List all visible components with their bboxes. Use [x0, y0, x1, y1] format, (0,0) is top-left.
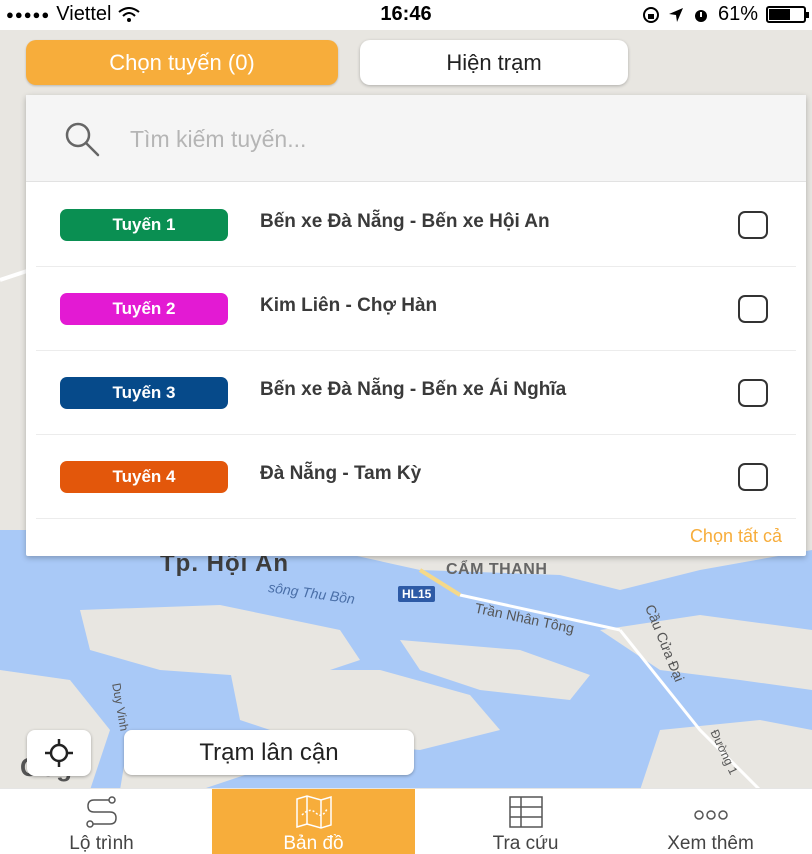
- status-bar: ●●●●● Viettel 16:46 61%: [0, 0, 812, 30]
- route-name: Đà Nẵng - Tam Kỳ: [260, 463, 422, 484]
- search-bar: [26, 95, 806, 182]
- map-icon: [295, 795, 332, 829]
- battery-icon: [766, 6, 809, 23]
- route-checkbox[interactable]: [738, 211, 768, 239]
- route-name: Bến xe Đà Nẵng - Bến xe Hội An: [260, 211, 550, 232]
- tab-label: Bản đồ: [283, 833, 344, 854]
- crosshair-icon: [45, 739, 73, 767]
- route-row-3[interactable]: Tuyến 3 Bến xe Đà Nẵng - Bến xe Ái Nghĩa: [36, 351, 796, 435]
- route-search-input[interactable]: [130, 117, 750, 161]
- route-checkbox[interactable]: [738, 295, 768, 323]
- tab-route[interactable]: Lộ trình: [0, 789, 203, 854]
- more-icon: [693, 810, 728, 820]
- orientation-lock-icon: [642, 6, 659, 23]
- route-badge: Tuyến 2: [60, 293, 228, 325]
- alarm-icon: [694, 9, 707, 22]
- search-icon: [65, 122, 100, 157]
- route-row-4[interactable]: Tuyến 4 Đà Nẵng - Tam Kỳ: [36, 435, 796, 519]
- route-row-2[interactable]: Tuyến 2 Kim Liên - Chợ Hàn: [36, 267, 796, 351]
- map-ward-label: CẨM THANH: [446, 561, 548, 578]
- road-badge: HL15: [398, 586, 436, 602]
- location-arrow-icon: [668, 7, 683, 22]
- tab-lookup[interactable]: Tra cứu: [424, 789, 627, 854]
- tab-map[interactable]: Bản đồ: [212, 789, 415, 854]
- route-badge: Tuyến 3: [60, 377, 228, 409]
- status-right: 61%: [642, 3, 809, 26]
- route-badge: Tuyến 4: [60, 461, 228, 493]
- route-row-1[interactable]: Tuyến 1 Bến xe Đà Nẵng - Bến xe Hội An: [36, 183, 796, 267]
- choose-routes-button[interactable]: Chọn tuyến (0): [26, 40, 338, 85]
- tab-more[interactable]: Xem thêm: [609, 789, 812, 854]
- battery-percent: 61%: [717, 3, 758, 25]
- tab-label: Tra cứu: [492, 833, 559, 854]
- show-stations-button[interactable]: Hiện trạm: [360, 40, 628, 85]
- nearby-stations-button[interactable]: Trạm lân cận: [124, 730, 414, 775]
- route-name: Kim Liên - Chợ Hàn: [260, 295, 438, 316]
- route-badge: Tuyến 1: [60, 209, 228, 241]
- route-checkbox[interactable]: [738, 379, 768, 407]
- tab-bar: Lộ trình Bản đồ Tra cứu Xem thêm: [0, 788, 812, 854]
- route-selection-panel: Tuyến 1 Bến xe Đà Nẵng - Bến xe Hội An T…: [26, 95, 806, 556]
- select-all-link[interactable]: Chọn tất cả: [690, 526, 782, 547]
- tab-label: Lộ trình: [69, 833, 134, 854]
- tab-label: Xem thêm: [667, 833, 754, 854]
- locate-me-button[interactable]: [27, 730, 91, 776]
- route-name: Bến xe Đà Nẵng - Bến xe Ái Nghĩa: [260, 379, 567, 400]
- table-icon: [508, 796, 543, 828]
- route-icon: [85, 796, 117, 828]
- route-checkbox[interactable]: [738, 463, 768, 491]
